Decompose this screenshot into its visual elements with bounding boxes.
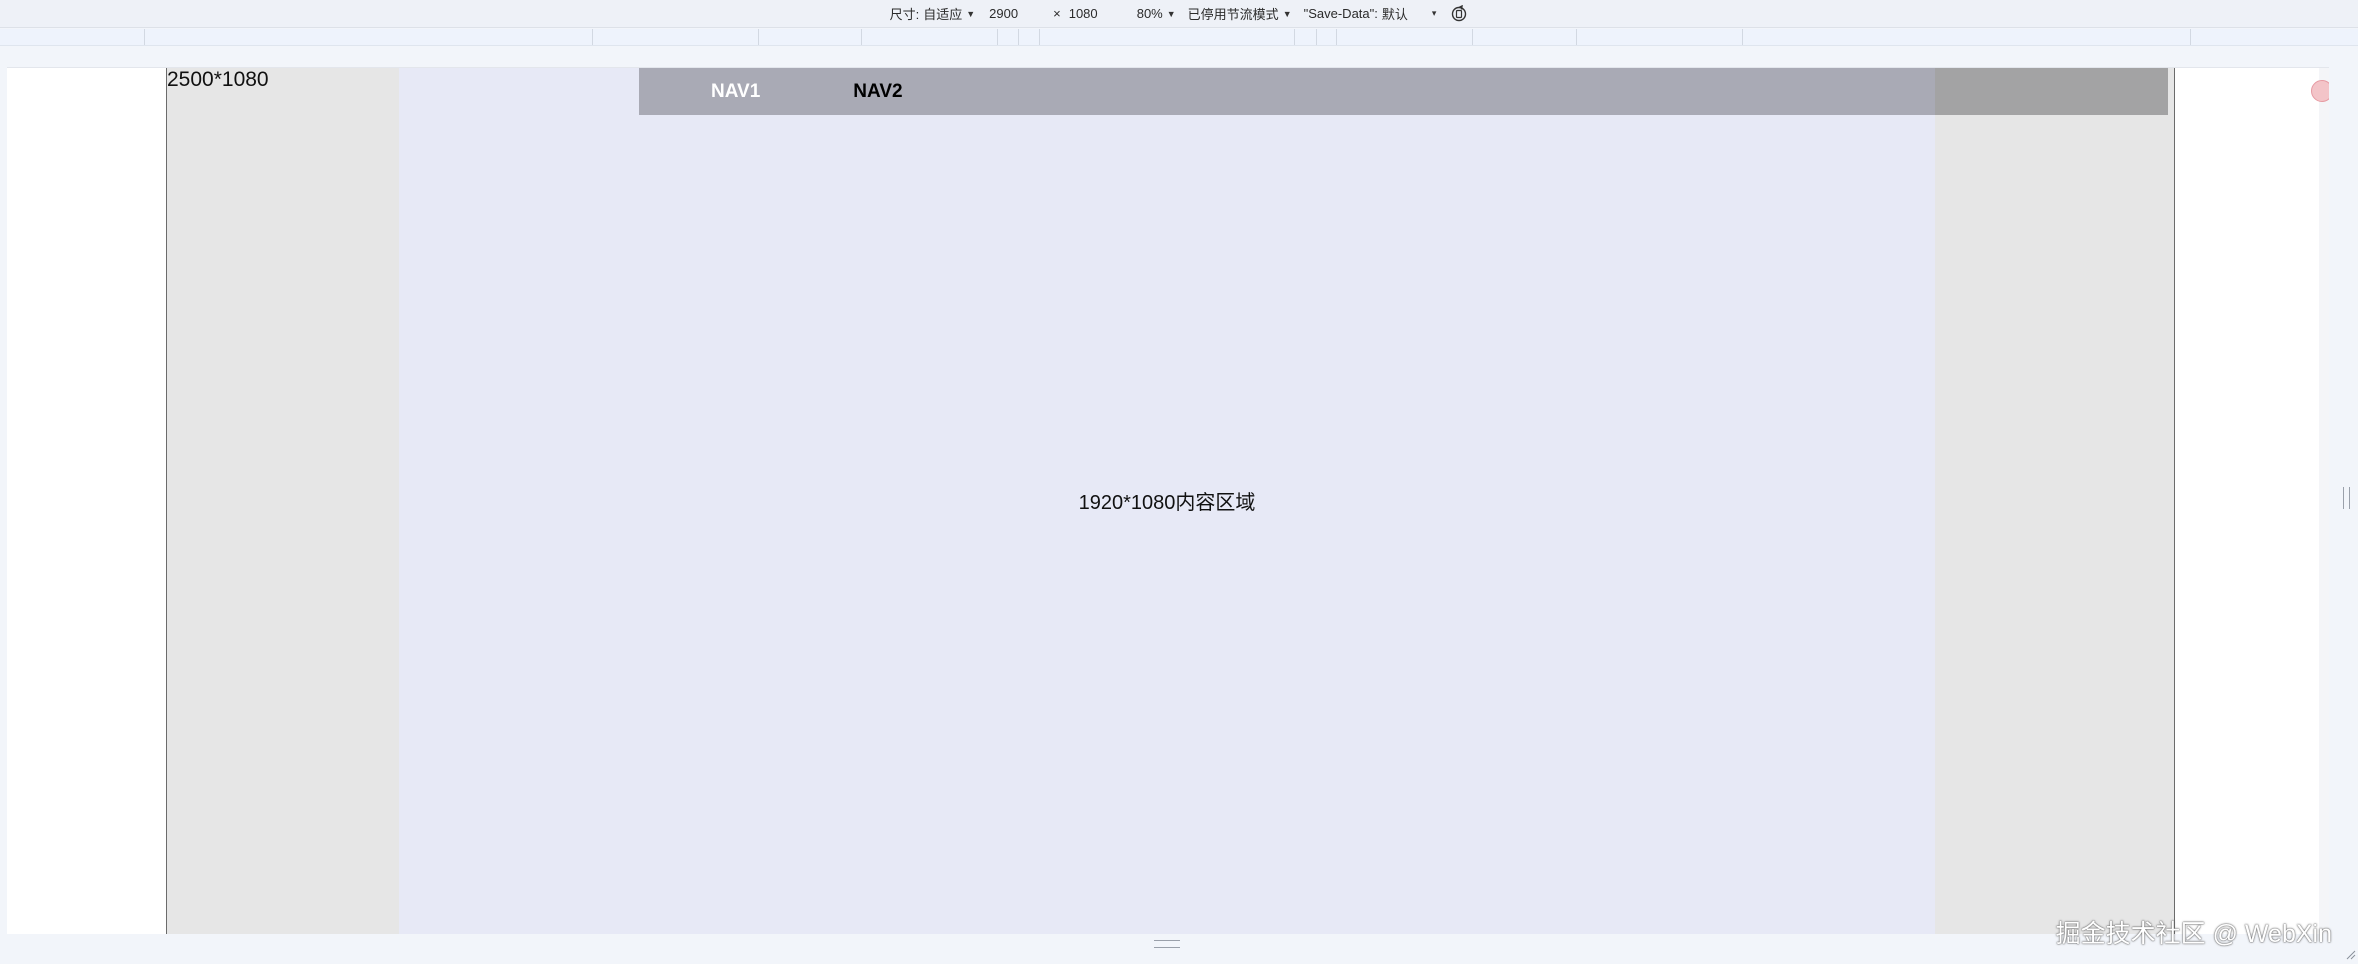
- height-input[interactable]: [1066, 4, 1133, 23]
- navbar-overflow: [1935, 68, 2168, 115]
- dimensions-group: 尺寸: 自适应 ▼ × 80% ▼ 已停用节流模式 ▼ "Save-Data":…: [890, 4, 1469, 23]
- zoom-dropdown[interactable]: 80% ▼: [1137, 6, 1188, 21]
- chevron-down-icon: ▼: [966, 8, 976, 19]
- viewport-height-resize-handle[interactable]: [1154, 940, 1180, 948]
- throttle-dropdown[interactable]: 已停用节流模式 ▼: [1188, 4, 1304, 23]
- size-mode-value: 自适应: [923, 7, 963, 22]
- badge-icon: [2311, 80, 2329, 102]
- ruler-spacer: [0, 46, 2358, 66]
- size-mode-dropdown[interactable]: 自适应 ▼: [923, 4, 987, 23]
- save-data-value: 默认: [1381, 7, 1408, 22]
- throttle-value: 已停用节流模式: [1187, 7, 1279, 22]
- save-data-dropdown[interactable]: "Save-Data": 默认 ▾: [1304, 4, 1437, 23]
- content-area-1920: 1920*1080内容区域: [399, 68, 1935, 934]
- device-toolbar: 尺寸: 自适应 ▼ × 80% ▼ 已停用节流模式 ▼ "Save-Data":…: [0, 0, 2358, 28]
- chevron-down-icon: ▼: [1282, 8, 1292, 19]
- media-query-ruler[interactable]: [0, 29, 2358, 46]
- emulated-viewport: 2500*1080 1920*1080内容区域 NAV1 NAV2: [7, 67, 2329, 934]
- scrollbar-track[interactable]: [2319, 68, 2329, 934]
- content-area-label: 1920*1080内容区域: [1078, 492, 1256, 514]
- times-sign: ×: [1053, 6, 1061, 21]
- rotate-icon[interactable]: [1450, 4, 1468, 23]
- size-label: 尺寸:: [889, 7, 920, 22]
- zoom-value: 80%: [1136, 6, 1163, 21]
- nav-item-1[interactable]: NAV1: [711, 81, 760, 103]
- viewport-width-resize-handle[interactable]: [2343, 487, 2350, 509]
- resize-corner-icon[interactable]: [2344, 948, 2356, 960]
- canvas-2500: 2500*1080 1920*1080内容区域 NAV1 NAV2: [166, 68, 2175, 934]
- chevron-down-icon: ▼: [1166, 8, 1176, 19]
- nav-item-2[interactable]: NAV2: [853, 81, 902, 103]
- navbar: NAV1 NAV2: [639, 68, 2168, 115]
- chevron-down-icon: ▾: [1431, 8, 1437, 18]
- canvas-size-label: 2500*1080: [167, 68, 269, 91]
- save-data-label: "Save-Data":: [1303, 6, 1378, 21]
- width-input[interactable]: [987, 4, 1054, 23]
- watermark: 掘金技术社区 @ WebXin: [2055, 920, 2332, 948]
